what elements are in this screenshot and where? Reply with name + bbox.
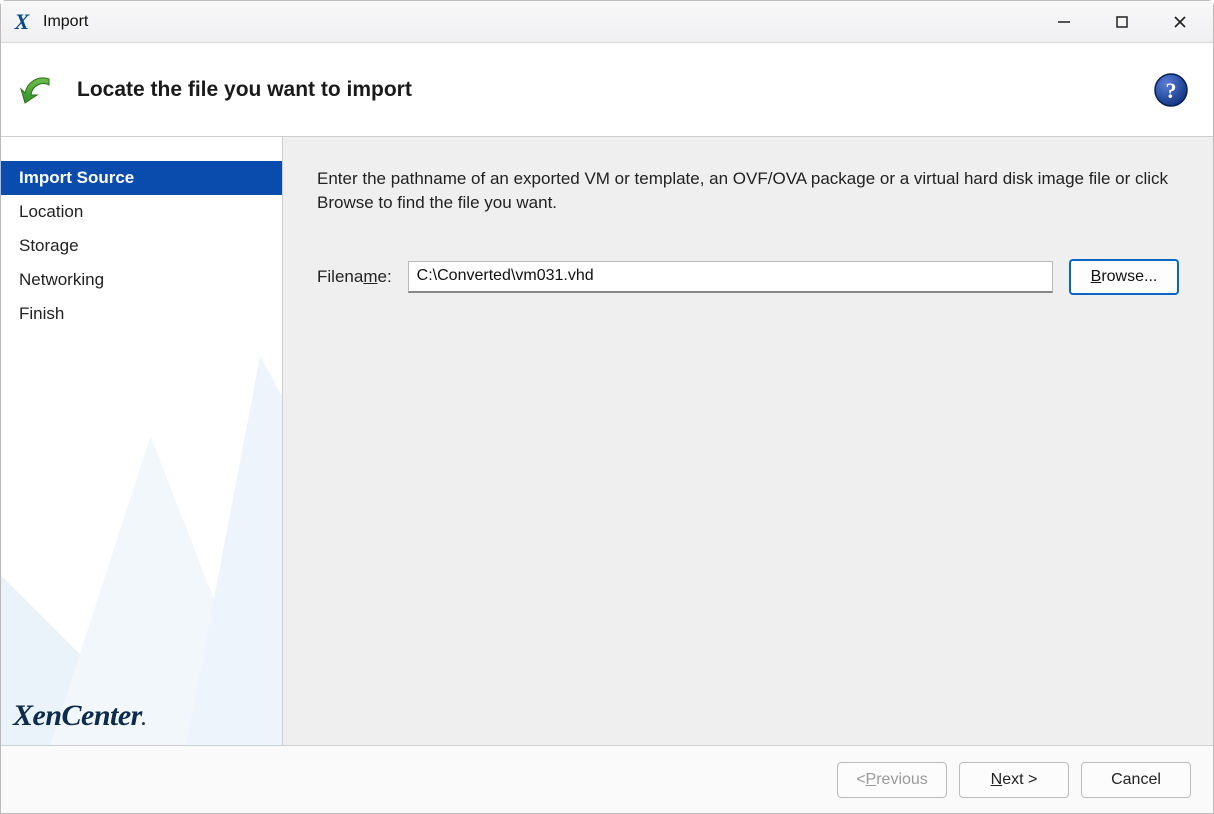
filename-label: Filename: <box>317 267 392 287</box>
previous-button: < Previous <box>837 762 947 798</box>
app-icon: X <box>11 11 33 33</box>
sidebar-item-label: Location <box>19 202 83 221</box>
filename-input[interactable] <box>408 261 1053 293</box>
close-icon <box>1173 15 1187 29</box>
wizard-sidebar: Import Source Location Storage Networkin… <box>1 137 283 745</box>
browse-button[interactable]: Browse... <box>1069 259 1179 295</box>
wizard-body: Import Source Location Storage Networkin… <box>1 137 1213 745</box>
import-wizard-window: X Import <box>0 0 1214 814</box>
brand-logo: XenCenter. <box>13 699 146 733</box>
minimize-button[interactable] <box>1035 1 1093 43</box>
close-button[interactable] <box>1151 1 1209 43</box>
prev-post: revious <box>876 771 928 789</box>
sidebar-item-finish[interactable]: Finish <box>1 297 282 331</box>
next-button[interactable]: Next > <box>959 762 1069 798</box>
sidebar-item-import-source[interactable]: Import Source <box>1 161 282 195</box>
sidebar-item-networking[interactable]: Networking <box>1 263 282 297</box>
instruction-text: Enter the pathname of an exported VM or … <box>317 167 1177 215</box>
wizard-footer: < Previous Next > Cancel <box>1 745 1213 813</box>
sidebar-item-label: Import Source <box>19 168 134 187</box>
window-controls <box>1035 1 1209 43</box>
maximize-icon <box>1115 15 1129 29</box>
filename-label-post: e: <box>377 267 391 286</box>
wizard-content: Enter the pathname of an exported VM or … <box>283 137 1213 745</box>
minimize-icon <box>1057 15 1071 29</box>
brand-text: XenCenter <box>13 699 142 732</box>
page-heading: Locate the file you want to import <box>77 78 412 102</box>
back-arrow-icon <box>17 69 59 111</box>
cancel-label: Cancel <box>1111 771 1161 789</box>
next-post: ext > <box>1002 771 1037 789</box>
svg-text:?: ? <box>1166 78 1177 103</box>
sidebar-item-location[interactable]: Location <box>1 195 282 229</box>
sidebar-item-label: Networking <box>19 270 104 289</box>
maximize-button[interactable] <box>1093 1 1151 43</box>
titlebar: X Import <box>1 1 1213 43</box>
wizard-banner: Locate the file you want to import ? <box>1 43 1213 137</box>
sidebar-item-label: Storage <box>19 236 79 255</box>
sidebar-item-label: Finish <box>19 304 64 323</box>
browse-accel: B <box>1091 268 1102 286</box>
filename-label-pre: Filena <box>317 267 363 286</box>
help-icon: ? <box>1153 72 1189 108</box>
sidebar-item-storage[interactable]: Storage <box>1 229 282 263</box>
next-accel: N <box>991 771 1003 789</box>
prev-pre: < <box>856 771 865 789</box>
filename-row: Filename: Browse... <box>317 259 1179 295</box>
filename-label-accel: m <box>363 267 377 286</box>
cancel-button[interactable]: Cancel <box>1081 762 1191 798</box>
prev-accel: P <box>866 771 877 789</box>
help-button[interactable]: ? <box>1153 72 1189 108</box>
browse-rest: rowse... <box>1101 268 1157 286</box>
window-title: Import <box>43 13 88 31</box>
